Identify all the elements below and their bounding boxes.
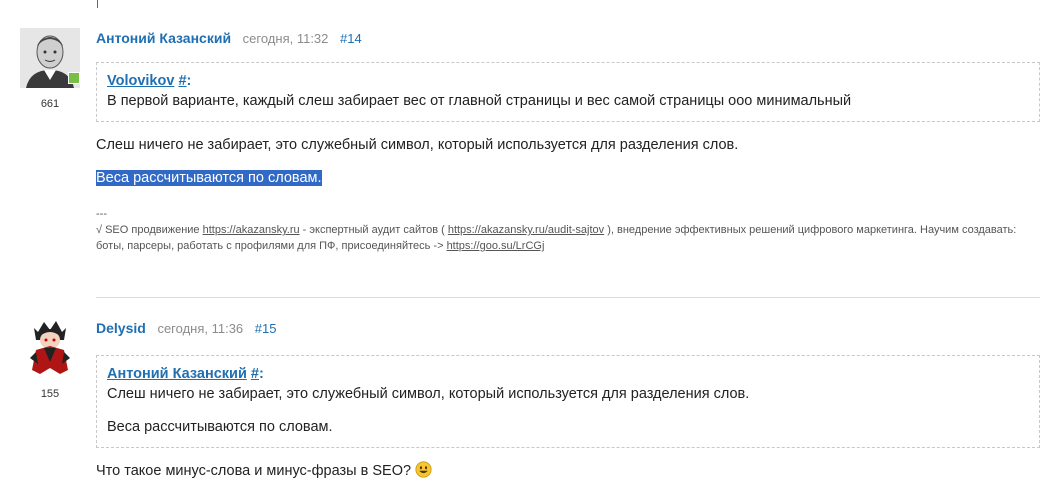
signature-link-join[interactable]: https://goo.su/LrCGj [447, 240, 545, 252]
avatar[interactable] [20, 318, 80, 378]
post-number-link[interactable]: #14 [340, 31, 362, 46]
post-date: сегодня, 11:36 [157, 321, 244, 336]
quote-block: Volovikov #: В первой варианте, каждый с… [96, 62, 1040, 122]
reputation-count: 661 [40, 98, 60, 110]
post-content: Delysid сегодня, 11:36 #15 Антоний Казан… [96, 318, 1040, 481]
quote-text: Веса рассчитываются по словам. [107, 419, 333, 435]
signature-text-1: - экспертный аудит сайтов ( [299, 224, 448, 236]
post-text: Что такое минус-слова и минус-фразы в SE… [96, 461, 1040, 481]
post-number-link[interactable]: #15 [255, 321, 277, 336]
post-text-content: Что такое минус-слова и минус-фразы в SE… [96, 463, 412, 479]
author-info: 661 [20, 28, 80, 110]
quote-source-link[interactable]: # [251, 366, 259, 382]
signature-link-audit[interactable]: https://akazansky.ru/audit-sajtov [448, 224, 604, 236]
quote-text: В первой варианте, каждый слеш забирает … [107, 93, 852, 109]
post-header: Антоний Казанский сегодня, 11:32 #14 [96, 28, 1040, 48]
author-name[interactable]: Delysid [96, 320, 146, 336]
quote-colon: : [258, 366, 264, 382]
signature-link-site[interactable]: https://akazansky.ru [203, 224, 300, 236]
signature-prefix: √ SEO продвижение [96, 224, 203, 236]
author-name[interactable]: Антоний Казанский [96, 30, 231, 46]
post-text: Слеш ничего не забирает, это служебный с… [96, 137, 739, 153]
grinning-smiley-icon [415, 461, 432, 478]
scroll-tick [97, 0, 98, 8]
post-divider [96, 297, 1040, 298]
post-date: сегодня, 11:32 [242, 31, 329, 46]
quote-block: Антоний Казанский #: Слеш ничего не заби… [96, 355, 1040, 448]
quote-author-link[interactable]: Volovikov [107, 73, 174, 89]
post-content: Антоний Казанский сегодня, 11:32 #14 Vol… [96, 28, 1040, 254]
signature-separator: --- [96, 208, 107, 220]
anime-character-avatar-icon [20, 318, 80, 378]
reputation-count: 155 [40, 388, 60, 400]
author-info: 155 [20, 318, 80, 400]
post-header: Delysid сегодня, 11:36 #15 [96, 318, 1040, 338]
quote-author-link[interactable]: Антоний Казанский [107, 366, 247, 382]
quote-text: Слеш ничего не забирает, это служебный с… [107, 386, 750, 402]
online-status-indicator [68, 72, 80, 84]
quote-colon: : [186, 73, 192, 89]
avatar[interactable] [20, 28, 80, 88]
quote-source-link[interactable]: # [178, 73, 186, 89]
selected-text: Веса рассчитываются по словам. [96, 170, 322, 186]
signature: --- √ SEO продвижение https://akazansky.… [96, 206, 1040, 254]
